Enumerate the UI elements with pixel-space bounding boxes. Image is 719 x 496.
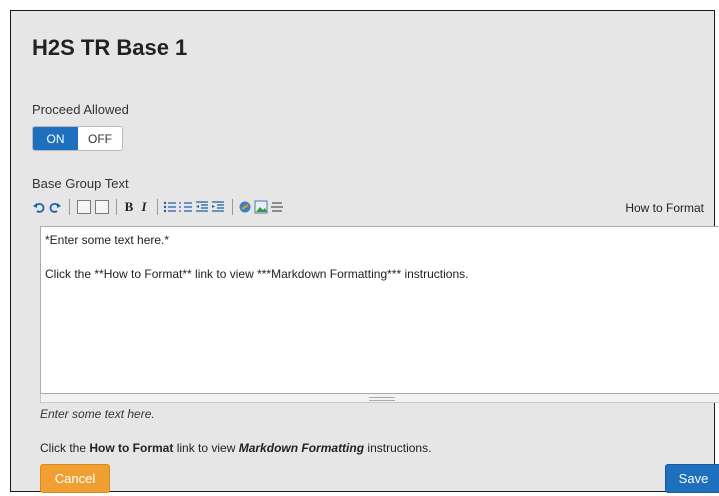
- page-preview-icon[interactable]: [95, 200, 109, 214]
- preview-bold-text: How to Format: [89, 441, 174, 455]
- page-icon[interactable]: [77, 200, 91, 214]
- toggle-on-option[interactable]: ON: [33, 127, 78, 150]
- editor-line: Click the **How to Format** link to view…: [45, 267, 469, 281]
- form-panel: H2S TR Base 1 Proceed Allowed ON OFF Bas…: [10, 10, 719, 493]
- preview-line-2: Click the How to Format link to view Mar…: [40, 441, 431, 455]
- italic-icon[interactable]: I: [138, 198, 150, 216]
- editor-line: *Enter some text here.*: [45, 233, 170, 247]
- horizontal-rule-icon[interactable]: [270, 198, 284, 216]
- preview-bold-italic-text: Markdown Formatting: [238, 441, 365, 455]
- base-group-text-label: Base Group Text: [32, 176, 129, 191]
- toolbar-separator: [69, 199, 70, 215]
- bulleted-list-icon[interactable]: [163, 198, 177, 216]
- undo-icon[interactable]: [32, 198, 46, 216]
- preview-text: link to view: [173, 441, 239, 455]
- proceed-allowed-label: Proceed Allowed: [32, 102, 129, 117]
- editor-toolbar: B I: [32, 197, 719, 217]
- bold-icon[interactable]: B: [122, 198, 136, 216]
- numbered-list-icon[interactable]: [179, 198, 193, 216]
- redo-icon[interactable]: [48, 198, 62, 216]
- editor-resize-handle[interactable]: [40, 394, 719, 403]
- outdent-icon[interactable]: [195, 198, 209, 216]
- cancel-button[interactable]: Cancel: [40, 464, 110, 493]
- toolbar-separator: [157, 199, 158, 215]
- how-to-format-link[interactable]: How to Format: [625, 201, 704, 215]
- preview-text: Click the: [40, 441, 90, 455]
- resize-grip-icon: [369, 397, 395, 401]
- toolbar-separator: [116, 199, 117, 215]
- preview-text: instructions.: [364, 441, 432, 455]
- page-title: H2S TR Base 1: [32, 35, 188, 60]
- preview-line-1: Enter some text here.: [40, 407, 155, 421]
- save-button[interactable]: Save: [665, 464, 719, 493]
- toggle-off-option[interactable]: OFF: [78, 127, 122, 150]
- image-icon[interactable]: [254, 198, 268, 216]
- base-group-text-editor[interactable]: *Enter some text here.* Click the **How …: [40, 226, 719, 394]
- link-icon[interactable]: [238, 198, 252, 216]
- indent-icon[interactable]: [211, 198, 225, 216]
- proceed-allowed-toggle[interactable]: ON OFF: [32, 126, 123, 151]
- toolbar-separator: [232, 199, 233, 215]
